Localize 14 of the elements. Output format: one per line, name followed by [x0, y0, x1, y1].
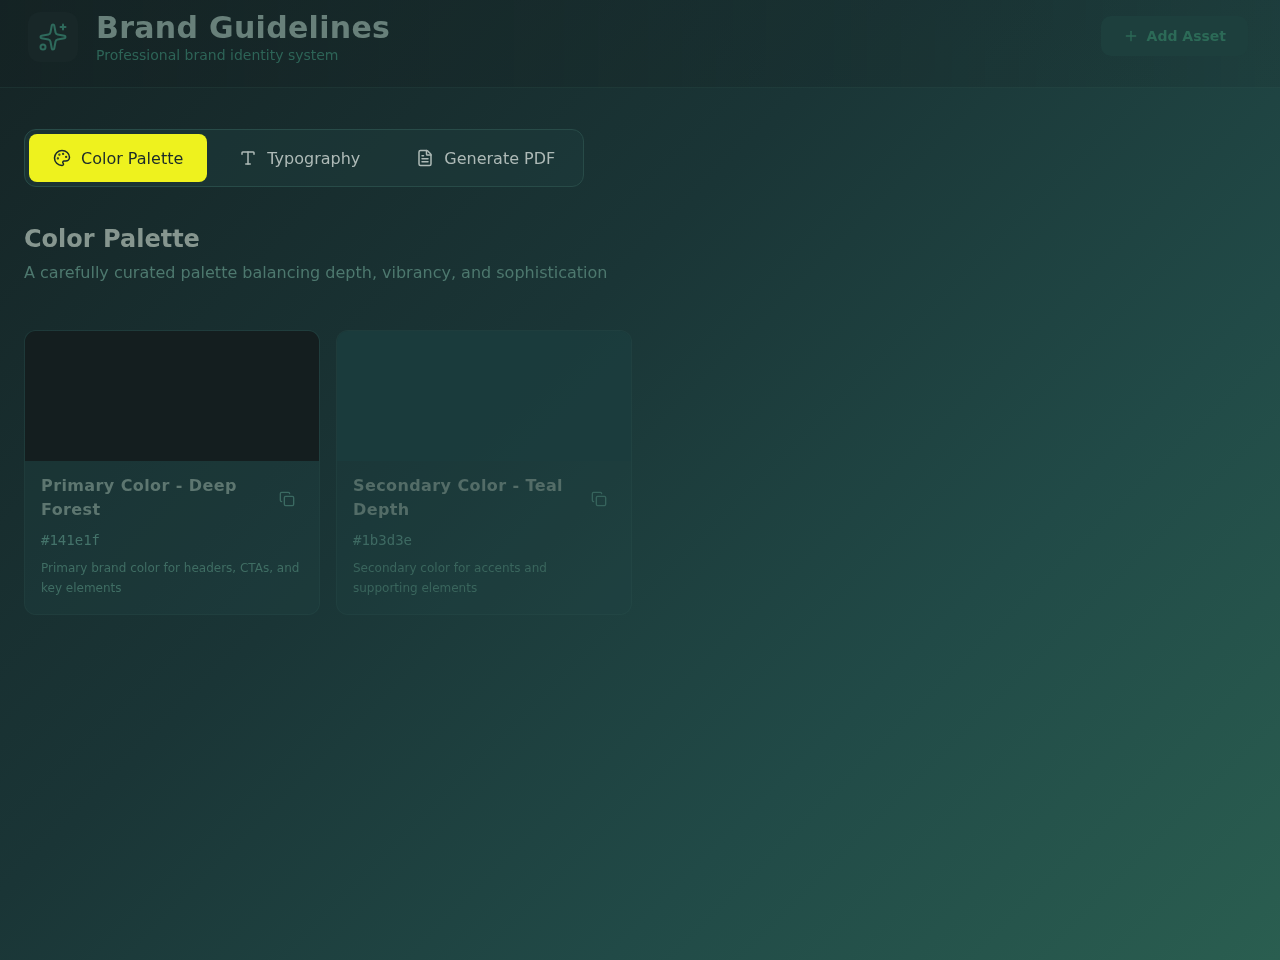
- copy-icon[interactable]: [591, 491, 607, 507]
- text-icon: [239, 149, 258, 167]
- hex-code: #141e1f: [41, 531, 101, 550]
- copy-icon[interactable]: [279, 491, 295, 507]
- tab[interactable]: Color Palette: [29, 134, 208, 182]
- tab[interactable]: Generate PDF: [392, 134, 580, 182]
- section-description: A carefully curated palette balancing depth, vibrancy, and sophistication: [24, 262, 608, 284]
- section-title: Color Palette: [24, 225, 200, 253]
- color-name: Primary Color - Deep Forest: [41, 475, 238, 521]
- tab[interactable]: Typography: [215, 134, 385, 182]
- app-title: Brand Guidelines: [96, 9, 391, 46]
- app-subtitle: Professional brand identity system: [96, 45, 340, 64]
- document-icon: [416, 149, 435, 167]
- palette-icon: [53, 149, 71, 167]
